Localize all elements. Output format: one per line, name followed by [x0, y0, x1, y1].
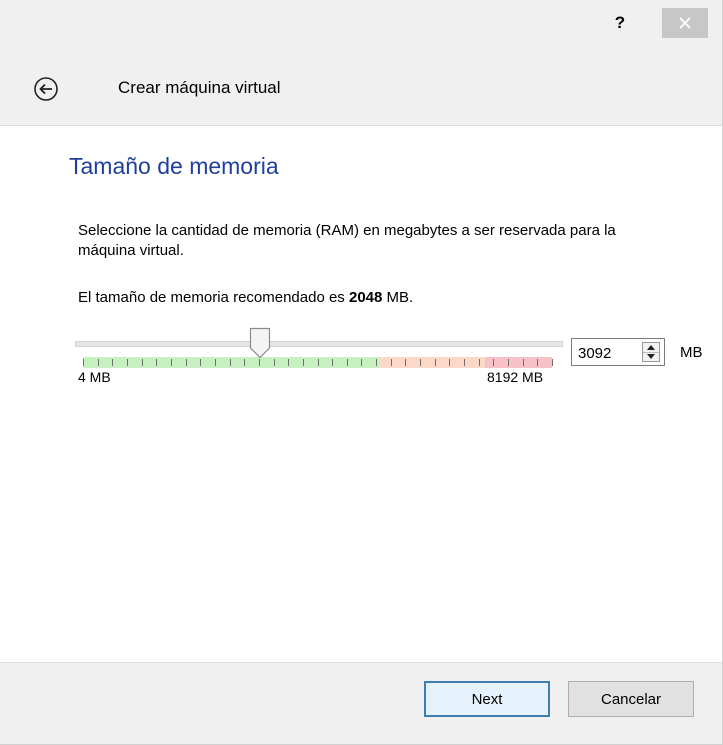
close-icon: [679, 17, 691, 29]
arrow-up-icon: [647, 345, 655, 350]
spin-buttons: [642, 342, 660, 362]
arrow-down-icon: [647, 354, 655, 359]
slider-max-label: 8192 MB: [487, 369, 544, 385]
help-button[interactable]: ?: [600, 10, 640, 36]
content-panel: Tamaño de memoria Seleccione la cantidad…: [0, 125, 722, 663]
dialog-window: ? Crear máquina virtual Tamaño de memori…: [0, 0, 723, 745]
memory-input[interactable]: [578, 343, 638, 363]
next-button[interactable]: Next: [424, 681, 550, 717]
wizard-title: Crear máquina virtual: [118, 78, 281, 97]
slider-track[interactable]: [75, 341, 563, 347]
page-title: Tamaño de memoria: [69, 153, 279, 179]
slider-min-label: 4 MB: [78, 369, 111, 385]
slider-thumb[interactable]: [249, 327, 271, 359]
recommend-suffix: MB.: [382, 289, 414, 306]
help-label: ?: [614, 13, 626, 32]
recommend-prefix: El tamaño de memoria recomendado es: [78, 289, 349, 306]
recommend-value: 2048: [348, 289, 383, 306]
memory-slider[interactable]: [75, 324, 563, 374]
recommended-memory-text: El tamaño de memoria recomendado es 2048…: [78, 289, 413, 306]
back-button[interactable]: [33, 76, 59, 102]
memory-spinbox[interactable]: [571, 338, 665, 366]
spin-down-button[interactable]: [643, 352, 659, 361]
back-arrow-icon: [34, 77, 58, 101]
cancel-button[interactable]: Cancelar: [568, 681, 694, 717]
unit-label: MB: [680, 344, 703, 361]
memory-description: Seleccione la cantidad de memoria (RAM) …: [78, 222, 616, 259]
close-button[interactable]: [662, 8, 708, 38]
slider-ticks: [83, 359, 553, 366]
